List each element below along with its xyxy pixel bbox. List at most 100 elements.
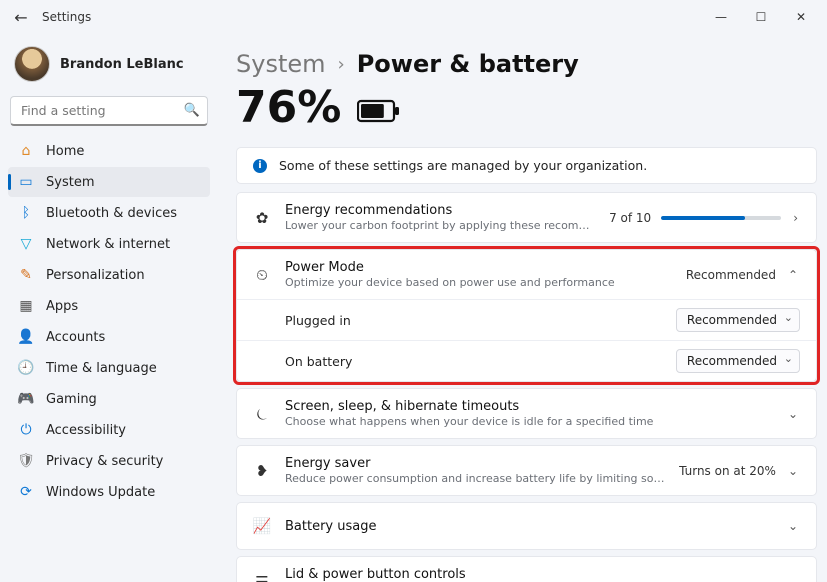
plugged-in-row: Plugged in Recommended: [237, 299, 816, 340]
accessibility-icon: ⏻: [18, 422, 34, 438]
sidebar-item-home[interactable]: ⌂ Home: [8, 136, 210, 166]
row-subtitle: Optimize your device based on power use …: [285, 276, 672, 289]
energy-recommendations-row[interactable]: ✿ Energy recommendations Lower your carb…: [236, 192, 817, 243]
sidebar-item-apps[interactable]: ▦ Apps: [8, 291, 210, 321]
power-mode-header-row[interactable]: ⏲ Power Mode Optimize your device based …: [237, 250, 816, 299]
system-icon: ▭: [18, 174, 34, 190]
row-title: Screen, sleep, & hibernate timeouts: [285, 399, 772, 414]
maximize-button[interactable]: ☐: [741, 3, 781, 31]
row-title: Lid & power button controls: [285, 567, 772, 582]
breadcrumb-parent[interactable]: System: [236, 50, 326, 78]
wifi-icon: ▽: [18, 236, 34, 252]
row-title: Power Mode: [285, 260, 672, 275]
window-title: Settings: [42, 10, 701, 24]
sidebar-item-label: Accounts: [46, 330, 105, 345]
battery-level-row: 76%: [236, 82, 817, 133]
org-managed-banner: i Some of these settings are managed by …: [236, 147, 817, 184]
battery-usage-row[interactable]: 📈 Battery usage ⌄: [236, 502, 817, 550]
minimize-button[interactable]: —: [701, 3, 741, 31]
power-mode-card: ⏲ Power Mode Optimize your device based …: [236, 249, 817, 382]
banner-text: Some of these settings are managed by yo…: [279, 158, 647, 173]
sidebar-item-label: Accessibility: [46, 423, 126, 438]
title-bar: ← Settings — ☐ ✕: [0, 0, 827, 34]
gaming-icon: 🎮: [18, 391, 34, 407]
heart-leaf-icon: ❥: [253, 462, 271, 480]
chevron-down-icon: ⌄: [786, 464, 800, 478]
sidebar-item-label: Time & language: [46, 361, 157, 376]
screen-sleep-row[interactable]: ⏾ Screen, sleep, & hibernate timeouts Ch…: [236, 388, 817, 439]
energy-count: 7 of 10: [609, 211, 651, 225]
energy-saver-status: Turns on at 20%: [679, 464, 776, 478]
chevron-right-icon: ›: [338, 54, 345, 75]
sidebar-item-privacy[interactable]: 🛡Privacy & security: [8, 446, 210, 476]
search-container: 🔍: [10, 96, 208, 126]
shield-icon: 🛡: [18, 453, 34, 469]
sidebar-item-label: Windows Update: [46, 485, 155, 500]
bluetooth-icon: ᛒ: [18, 205, 34, 221]
breadcrumb: System › Power & battery: [236, 50, 817, 78]
plugged-in-dropdown[interactable]: Recommended: [676, 308, 800, 332]
profile-block[interactable]: Brandon LeBlanc: [8, 40, 210, 96]
chevron-down-icon: ⌄: [786, 407, 800, 421]
row-title: Energy recommendations: [285, 203, 595, 218]
search-input[interactable]: [10, 96, 208, 126]
energy-saver-row[interactable]: ❥ Energy saver Reduce power consumption …: [236, 445, 817, 496]
chevron-right-icon: ›: [791, 211, 800, 225]
back-button[interactable]: ←: [6, 8, 36, 27]
apps-icon: ▦: [18, 298, 34, 314]
on-battery-row: On battery Recommended: [237, 340, 816, 381]
sidebar-item-system[interactable]: ▭ System: [8, 167, 210, 197]
chevron-down-icon: ⌄: [786, 519, 800, 533]
row-subtitle: Reduce power consumption and increase ba…: [285, 472, 665, 485]
sidebar-item-personalization[interactable]: ✎ Personalization: [8, 260, 210, 290]
info-icon: i: [253, 159, 267, 173]
sleep-icon: ⏾: [253, 405, 271, 423]
sidebar-item-label: Bluetooth & devices: [46, 206, 177, 221]
power-mode-status: Recommended: [686, 268, 776, 282]
plugged-in-label: Plugged in: [285, 313, 662, 328]
sidebar-item-bluetooth[interactable]: ᛒ Bluetooth & devices: [8, 198, 210, 228]
update-icon: ⟳: [18, 484, 34, 500]
battery-icon: [357, 99, 401, 123]
lid-power-row[interactable]: ☰ Lid & power button controls Choose wha…: [236, 556, 817, 582]
home-icon: ⌂: [18, 143, 34, 159]
clock-icon: 🕘: [18, 360, 34, 376]
sidebar-item-label: Network & internet: [46, 237, 170, 252]
brush-icon: ✎: [18, 267, 34, 283]
annotation-highlight: ⏲ Power Mode Optimize your device based …: [236, 249, 817, 382]
row-subtitle: Choose what happens when your device is …: [285, 415, 772, 428]
search-icon: 🔍: [184, 103, 200, 118]
energy-progress: [661, 216, 781, 220]
sidebar-item-label: Apps: [46, 299, 78, 314]
sidebar-item-time[interactable]: 🕘 Time & language: [8, 353, 210, 383]
accounts-icon: 👤: [18, 329, 34, 345]
chart-icon: 📈: [253, 517, 271, 535]
sidebar-item-label: Home: [46, 144, 84, 159]
on-battery-label: On battery: [285, 354, 662, 369]
content-area: System › Power & battery 76% i Some of t…: [218, 34, 827, 582]
leaf-icon: ✿: [253, 209, 271, 227]
close-button[interactable]: ✕: [781, 3, 821, 31]
sidebar-item-gaming[interactable]: 🎮 Gaming: [8, 384, 210, 414]
sidebar-item-label: Personalization: [46, 268, 145, 283]
row-title: Battery usage: [285, 519, 772, 534]
page-title: Power & battery: [357, 50, 579, 78]
sidebar-item-update[interactable]: ⟳ Windows Update: [8, 477, 210, 507]
sidebar: Brandon LeBlanc 🔍 ⌂ Home ▭ System ᛒ Bluetoo…: [0, 34, 218, 582]
slider-icon: ☰: [253, 573, 271, 582]
sidebar-item-accessibility[interactable]: ⏻ Accessibility: [8, 415, 210, 445]
sidebar-item-label: Gaming: [46, 392, 97, 407]
chevron-down-icon: ⌄: [786, 575, 800, 582]
sidebar-item-accounts[interactable]: 👤 Accounts: [8, 322, 210, 352]
profile-name: Brandon LeBlanc: [60, 57, 184, 72]
battery-percent: 76%: [236, 82, 341, 133]
gauge-icon: ⏲: [253, 266, 271, 284]
row-subtitle: Lower your carbon footprint by applying …: [285, 219, 595, 232]
avatar: [14, 46, 50, 82]
on-battery-dropdown[interactable]: Recommended: [676, 349, 800, 373]
row-title: Energy saver: [285, 456, 665, 471]
sidebar-item-network[interactable]: ▽ Network & internet: [8, 229, 210, 259]
nav-list: ⌂ Home ▭ System ᛒ Bluetooth & devices ▽ Netw…: [8, 136, 210, 507]
chevron-up-icon: ⌃: [786, 268, 800, 282]
sidebar-item-label: System: [46, 175, 94, 190]
